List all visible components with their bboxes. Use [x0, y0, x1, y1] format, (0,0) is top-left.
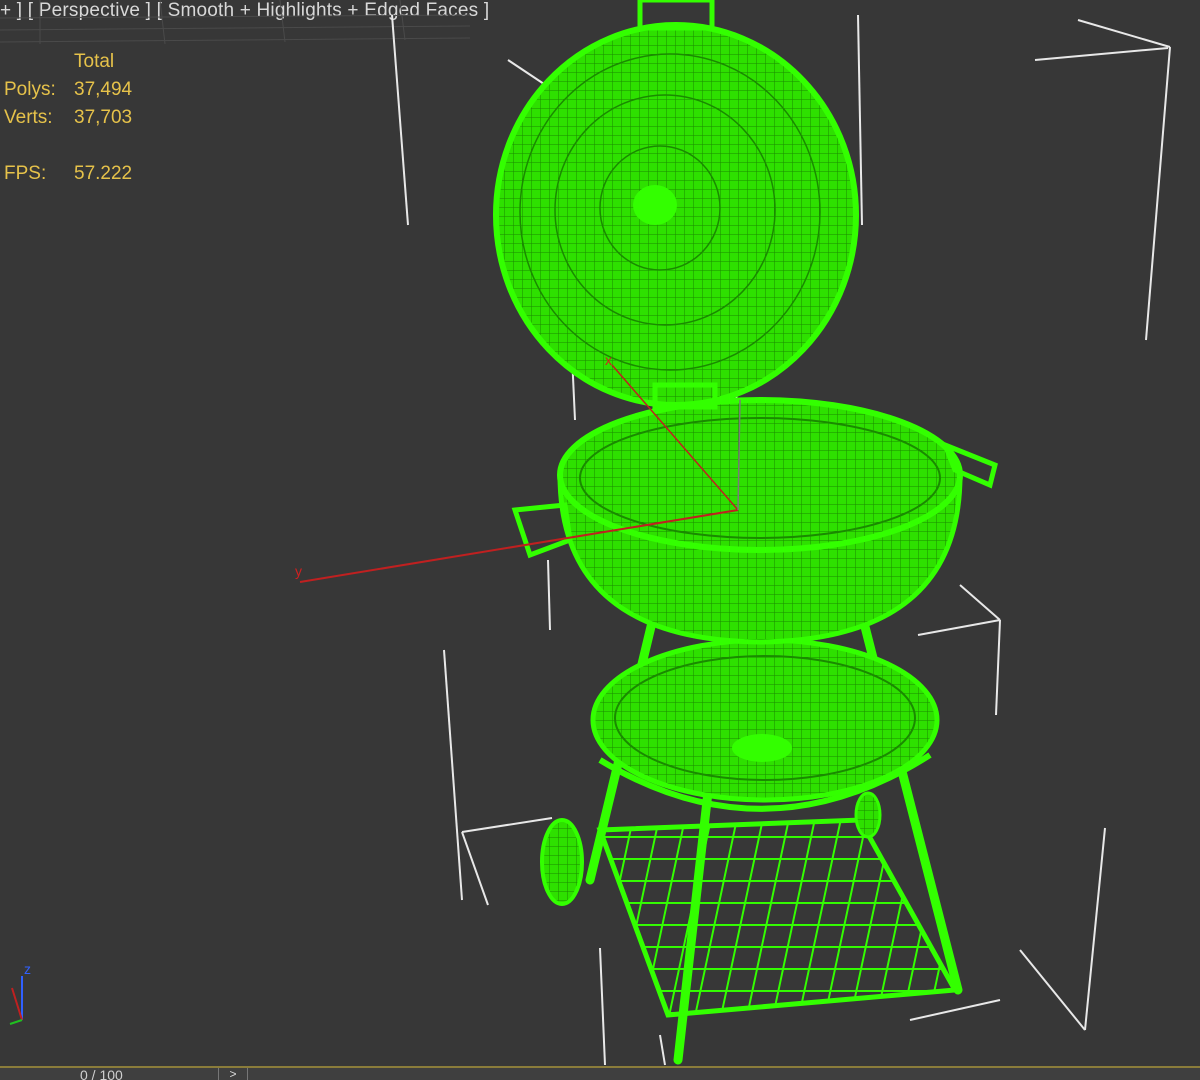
time-slider-frame[interactable]: 0 / 100	[80, 1068, 123, 1080]
home-grid	[0, 0, 471, 45]
gizmo-x-label: x	[605, 352, 612, 368]
perspective-viewport[interactable]: + ] [ Perspective ] [ Smooth + Highlight…	[0, 0, 1200, 1080]
axis-tripod-icon: z	[9, 961, 31, 1025]
gizmo-y-label: y	[295, 563, 302, 579]
time-slider-next-button[interactable]: >	[218, 1068, 248, 1080]
bottom-shelf-grate[interactable]	[596, 817, 960, 1018]
scene-canvas[interactable]: y x	[0, 0, 1200, 1080]
ash-catcher-bowl[interactable]	[590, 637, 940, 812]
time-slider-track[interactable]	[0, 1066, 1200, 1080]
kettle-lid[interactable]	[493, 0, 859, 410]
kettle-bowl[interactable]	[511, 397, 998, 645]
axis-z-label: z	[24, 961, 31, 977]
